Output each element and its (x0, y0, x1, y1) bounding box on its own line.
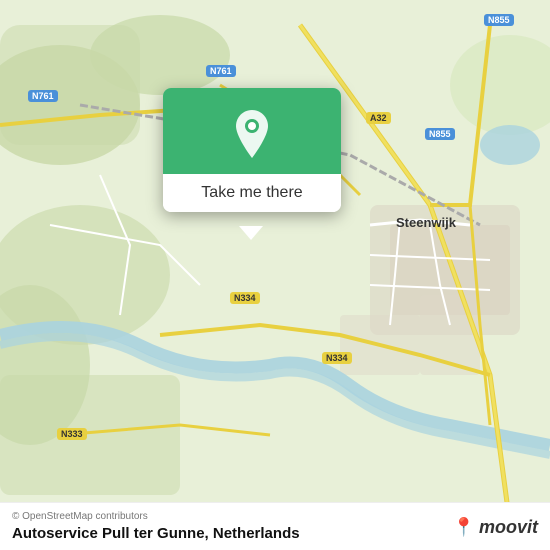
popup-card: Take me there (163, 88, 341, 212)
road-badge-n855-mid: N855 (425, 128, 455, 140)
popup-tail (239, 226, 263, 240)
road-badge-n334-left: N334 (230, 292, 260, 304)
moovit-brand-text: moovit (479, 517, 538, 538)
location-pin-icon (231, 108, 273, 160)
road-badge-n333: N333 (57, 428, 87, 440)
take-me-there-button[interactable]: Take me there (163, 174, 341, 212)
map-container: N855 N761 N761 N855 A32 N334 N334 N333 S… (0, 0, 550, 550)
road-badge-a32: A32 (366, 112, 391, 124)
moovit-pin-icon: 📍 (453, 517, 475, 538)
road-badge-n334-right: N334 (322, 352, 352, 364)
road-badge-n761-left: N761 (28, 90, 58, 102)
moovit-logo: 📍 moovit (453, 517, 538, 538)
road-badge-n761-mid: N761 (206, 65, 236, 77)
bottom-bar: © OpenStreetMap contributors Autoservice… (0, 502, 550, 550)
road-badge-n855-top: N855 (484, 14, 514, 26)
popup-pin-area (163, 88, 341, 174)
